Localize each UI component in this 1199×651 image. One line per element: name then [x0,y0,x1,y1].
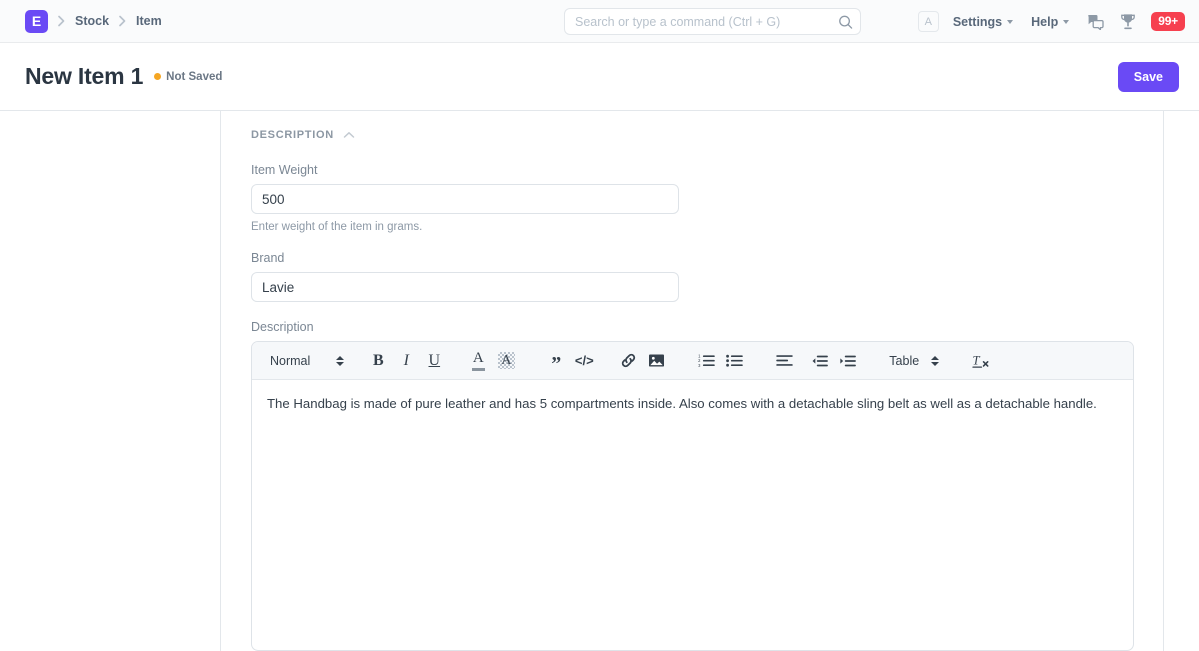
code-block-icon[interactable]: </> [570,347,598,375]
item-weight-input[interactable] [251,184,679,214]
page-title: New Item 1 [25,63,144,89]
rich-text-editor: Normal B I U A A ” </> 1 2 3 Table T The… [251,341,1134,651]
background-color-letter: A [501,352,512,368]
breadcrumb-item-stock[interactable]: Stock [75,14,109,28]
field-item-weight: Item Weight Enter weight of the item in … [251,163,1133,233]
text-style-label: Normal [270,353,311,368]
italic-icon[interactable]: I [392,347,420,375]
background-color-icon[interactable]: A [492,347,520,375]
align-icon[interactable] [770,347,798,375]
notification-badge[interactable]: 99+ [1151,12,1185,31]
page-body: DESCRIPTION Item Weight Enter weight of … [0,111,1199,651]
table-label: Table [889,353,920,368]
app-logo[interactable]: E [25,9,48,33]
editor-toolbar: Normal B I U A A ” </> 1 2 3 Table T [252,342,1133,380]
clear-formatting-icon[interactable]: T [967,347,995,375]
item-weight-label: Item Weight [251,163,318,177]
chevron-down-icon [1007,19,1014,24]
nav-settings-dropdown[interactable]: Settings [952,14,1014,29]
search-input[interactable] [564,8,861,35]
description-label: Description [251,320,314,334]
image-icon[interactable] [642,347,670,375]
text-color-bar [471,367,485,371]
breadcrumb-item-item[interactable]: Item [136,14,162,28]
indent-icon[interactable] [833,347,861,375]
right-gutter [1164,111,1199,651]
outdent-icon[interactable] [805,347,833,375]
bullet-list-icon[interactable] [720,347,748,375]
chevron-up-icon[interactable] [343,131,355,139]
updown-arrows-icon [931,355,940,366]
chevron-down-icon [1063,19,1070,24]
underline-icon[interactable]: U [420,347,448,375]
breadcrumb-separator-icon [118,15,127,27]
status-dot-icon [154,73,162,80]
section-header-description[interactable]: DESCRIPTION [251,129,1133,141]
item-weight-help-text: Enter weight of the item in grams. [251,221,423,233]
page-header: New Item 1 Not Saved Save [0,43,1199,111]
status-label: Not Saved [166,70,223,83]
brand-input[interactable] [251,272,679,302]
svg-text:T: T [973,353,981,367]
avatar[interactable]: A [917,11,939,32]
ordered-list-icon[interactable]: 1 2 3 [692,347,720,375]
text-color-letter: A [472,349,484,366]
link-icon[interactable] [614,347,642,375]
field-brand: Brand [251,251,1133,302]
trophy-icon[interactable] [1120,13,1136,30]
svg-text:3: 3 [698,363,701,368]
blockquote-icon[interactable]: ” [542,347,570,375]
search-icon[interactable] [838,14,853,29]
section-title: DESCRIPTION [251,129,334,141]
updown-arrows-icon [336,355,345,366]
field-description: Description Normal B I U A A ” </> 1 2 3… [251,320,1134,651]
bold-icon[interactable]: B [364,347,392,375]
description-editor-body[interactable]: The Handbag is made of pure leather and … [252,380,1133,650]
form-column: DESCRIPTION Item Weight Enter weight of … [221,111,1164,651]
nav-help-dropdown[interactable]: Help [1031,14,1070,29]
navbar: E Stock Item A Settings Help [0,0,1199,43]
left-gutter [0,111,221,651]
global-search [564,8,861,35]
table-dropdown[interactable]: Table [883,354,945,368]
text-color-icon[interactable]: A [464,347,492,375]
breadcrumb-separator-icon [57,15,66,27]
text-style-dropdown[interactable]: Normal [264,354,350,368]
brand-label: Brand [251,251,285,265]
nav-settings-label: Settings [952,14,1003,29]
status-badge: Not Saved [154,71,222,83]
save-button[interactable]: Save [1117,61,1179,92]
chat-bubbles-icon[interactable] [1087,14,1105,30]
nav-help-label: Help [1031,14,1059,29]
navbar-right-group: A Settings Help 99+ [917,0,1185,43]
